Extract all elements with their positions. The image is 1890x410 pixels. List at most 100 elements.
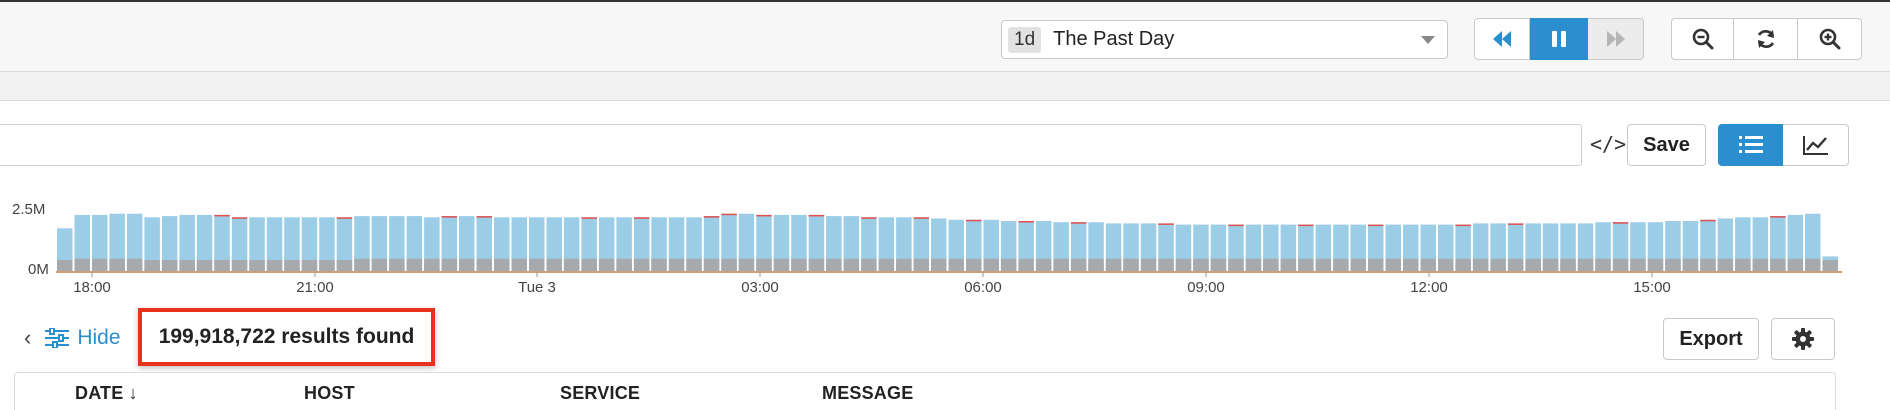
histogram-bar-base bbox=[1682, 258, 1699, 271]
chevron-down-icon bbox=[1421, 36, 1435, 44]
histogram-bar-base bbox=[196, 260, 213, 271]
chart-view-button[interactable] bbox=[1783, 124, 1849, 166]
histogram-bar-base bbox=[668, 258, 685, 271]
results-count: 199,918,722 results found bbox=[158, 325, 415, 348]
pause-button[interactable] bbox=[1530, 18, 1588, 60]
histogram-bar-base bbox=[354, 258, 370, 271]
histogram-error-mark bbox=[1770, 216, 1786, 218]
histogram-bar-base bbox=[878, 258, 895, 271]
histogram-bar-base bbox=[1368, 258, 1384, 271]
histogram-bar-base bbox=[1228, 258, 1244, 271]
histogram-bar-base bbox=[1472, 258, 1489, 271]
histogram-bar-base bbox=[1018, 258, 1034, 271]
time-range-label: The Past Day bbox=[1053, 28, 1175, 50]
histogram-bar-base bbox=[1280, 258, 1297, 271]
histogram-bar-base bbox=[231, 260, 248, 271]
histogram-bar-base bbox=[92, 258, 108, 271]
histogram-bar-base bbox=[1717, 258, 1734, 271]
histogram-bar-base bbox=[983, 258, 999, 271]
column-header-date[interactable]: DATE ↓ bbox=[75, 383, 138, 404]
sliders-icon bbox=[45, 328, 70, 348]
histogram-bar-base bbox=[633, 258, 650, 271]
histogram-error-mark bbox=[913, 217, 929, 219]
histogram-bar-base bbox=[703, 258, 720, 271]
x-tick-label: 21:00 bbox=[296, 279, 334, 292]
x-tick-label: 15:00 bbox=[1633, 279, 1671, 292]
hide-facets-toggle[interactable]: ‹ Hide bbox=[24, 325, 121, 351]
histogram-bar-base bbox=[109, 258, 125, 271]
rewind-button[interactable] bbox=[1474, 18, 1530, 60]
column-header-host[interactable]: HOST bbox=[304, 383, 355, 404]
x-tick-label: 03:00 bbox=[741, 279, 779, 292]
histogram-bar-base bbox=[931, 258, 947, 271]
histogram-bar-base bbox=[1210, 258, 1227, 271]
histogram-bar-base bbox=[1420, 258, 1436, 271]
fast-forward-icon bbox=[1606, 31, 1625, 47]
histogram-error-mark bbox=[1158, 223, 1174, 225]
time-range-select[interactable]: 1d The Past Day bbox=[1001, 20, 1448, 59]
zoom-out-button[interactable] bbox=[1671, 18, 1734, 60]
list-view-button[interactable] bbox=[1718, 124, 1783, 166]
histogram-bar-base bbox=[1088, 258, 1104, 271]
histogram-bar-base bbox=[494, 258, 510, 271]
column-header-message[interactable]: MESSAGE bbox=[822, 383, 913, 404]
histogram-bar-base bbox=[1140, 258, 1157, 271]
histogram-error-mark bbox=[1700, 219, 1716, 222]
line-chart-icon bbox=[1802, 136, 1828, 155]
zoom-out-icon bbox=[1692, 28, 1713, 50]
fast-forward-button[interactable] bbox=[1588, 18, 1644, 60]
histogram-bar-base bbox=[214, 260, 230, 271]
histogram-error-mark bbox=[756, 214, 772, 217]
histogram-bar-base bbox=[651, 258, 667, 271]
histogram-error-mark bbox=[581, 217, 597, 219]
x-tick-label: 06:00 bbox=[964, 279, 1002, 292]
histogram-error-mark bbox=[703, 216, 720, 218]
histogram-bars bbox=[57, 213, 1838, 271]
x-tick-label: 12:00 bbox=[1410, 279, 1448, 292]
histogram-bar-base bbox=[826, 258, 842, 271]
histogram-error-mark bbox=[231, 217, 248, 219]
histogram-bar-base bbox=[791, 258, 807, 271]
histogram-bar-base bbox=[1403, 258, 1419, 271]
column-header-service[interactable]: SERVICE bbox=[560, 383, 640, 404]
histogram-bar-base bbox=[1035, 258, 1052, 271]
histogram-bar-base bbox=[563, 258, 580, 271]
histogram-bar-base bbox=[1193, 258, 1209, 271]
list-icon bbox=[1738, 136, 1763, 153]
histogram-bar-base bbox=[1542, 258, 1559, 271]
view-mode-toggle bbox=[1718, 124, 1849, 166]
code-toggle-icon[interactable]: </> bbox=[1590, 132, 1626, 156]
histogram-bar-base bbox=[1735, 258, 1751, 271]
histogram-bar-base bbox=[1123, 258, 1139, 271]
histogram-bar-base bbox=[1560, 258, 1576, 271]
zoom-in-icon bbox=[1819, 28, 1840, 50]
save-button[interactable]: Save bbox=[1627, 124, 1706, 166]
settings-button[interactable] bbox=[1771, 318, 1835, 360]
refresh-button[interactable] bbox=[1734, 18, 1798, 60]
histogram-bar-base bbox=[948, 258, 964, 271]
histogram-bar-base bbox=[441, 258, 458, 271]
histogram-bar-base bbox=[913, 258, 929, 271]
histogram-error-mark bbox=[1018, 221, 1034, 223]
histogram-bar-base bbox=[336, 260, 353, 271]
histogram-bar-base bbox=[249, 260, 265, 271]
log-table-header: DATE ↓ HOST SERVICE MESSAGE bbox=[14, 372, 1836, 410]
histogram-bar-base bbox=[966, 258, 982, 271]
histogram-bar-base bbox=[861, 258, 877, 271]
histogram-bar-base bbox=[1770, 258, 1786, 271]
histogram-error-mark bbox=[861, 217, 877, 219]
export-button[interactable]: Export bbox=[1663, 318, 1759, 360]
histogram-bar-base bbox=[721, 258, 737, 271]
histogram-bar-base bbox=[1333, 258, 1349, 271]
histogram-bar-base bbox=[371, 258, 388, 271]
histogram-bar-base bbox=[546, 258, 562, 271]
histogram-bar-base bbox=[1315, 258, 1332, 271]
histogram-bar-base bbox=[1263, 258, 1279, 271]
rewind-icon bbox=[1493, 31, 1511, 47]
zoom-controls bbox=[1671, 18, 1862, 60]
histogram-bar-base bbox=[126, 258, 143, 271]
results-histogram[interactable]: 2.5M 0M 18:00 21:00 Tue 3 03:00 06:00 09:00 12… bbox=[0, 192, 1890, 292]
search-query-input[interactable] bbox=[0, 124, 1582, 166]
histogram-bar-base bbox=[301, 260, 318, 271]
zoom-in-button[interactable] bbox=[1798, 18, 1862, 60]
